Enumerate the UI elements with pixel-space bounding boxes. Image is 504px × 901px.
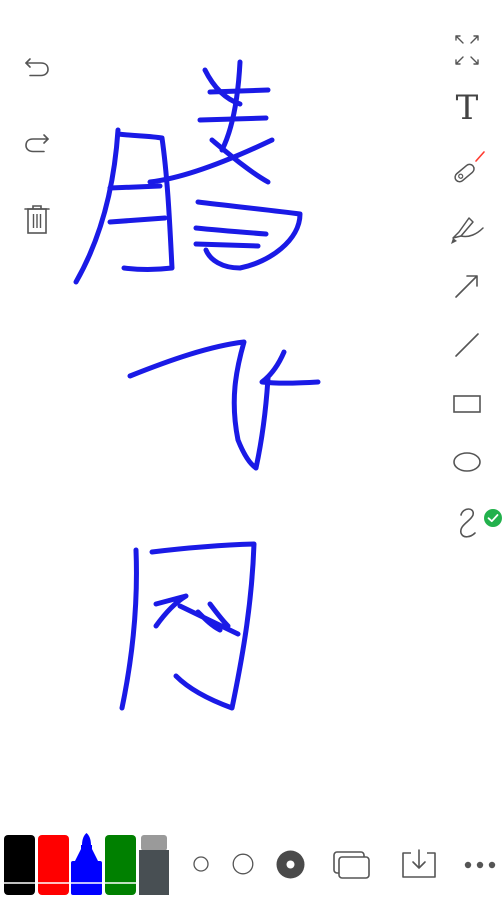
drawing-canvas[interactable] <box>0 0 504 820</box>
text-icon: T <box>455 88 479 128</box>
freehand-tool-button[interactable] <box>447 501 487 541</box>
bottom-toolbar <box>0 825 504 897</box>
stroke-size-large[interactable] <box>276 850 305 879</box>
fullscreen-button[interactable] <box>447 30 487 70</box>
pen-color-green[interactable] <box>104 833 137 897</box>
ink-stroke <box>107 183 163 191</box>
ink-stroke <box>177 601 241 637</box>
undo-arrow-icon <box>25 58 49 77</box>
ink-stroke <box>219 59 243 153</box>
stroke-size-small[interactable] <box>193 856 209 872</box>
circle-outline-icon <box>193 856 209 872</box>
blue-marker-icon <box>71 833 102 895</box>
black-marker-icon <box>4 835 35 895</box>
line-tool-button[interactable] <box>447 325 487 365</box>
clear-button[interactable] <box>17 199 57 239</box>
laser-pointer-button[interactable] <box>447 148 487 188</box>
ink-stroke <box>207 87 271 95</box>
undo-button[interactable] <box>17 46 57 86</box>
ink-stroke <box>197 115 269 123</box>
pen-color-red[interactable] <box>37 833 70 897</box>
line-icon <box>455 333 479 357</box>
ink-stroke <box>127 339 271 471</box>
freehand-icon <box>460 508 476 538</box>
eraser-button[interactable] <box>138 833 171 897</box>
more-icon <box>464 861 496 869</box>
arrow-tool-button[interactable] <box>447 266 487 306</box>
selected-check-icon <box>484 509 502 527</box>
rectangle-tool-button[interactable] <box>447 384 487 424</box>
ellipse-icon <box>453 452 481 472</box>
laser-pointer-icon <box>454 151 485 183</box>
ink-stroke <box>193 225 269 237</box>
more-button[interactable] <box>460 845 500 885</box>
text-tool-button[interactable]: T <box>447 88 487 128</box>
ink-stroke <box>73 127 121 285</box>
ink-stroke <box>153 593 189 629</box>
highlighter-button[interactable] <box>447 208 487 248</box>
highlighter-icon <box>451 217 484 244</box>
redo-button[interactable] <box>17 122 57 162</box>
expand-icon <box>455 35 479 65</box>
ink-stroke <box>149 541 257 711</box>
red-marker-icon <box>38 835 69 895</box>
pages-icon <box>333 851 370 879</box>
ink-strokes <box>73 59 321 711</box>
stroke-size-medium[interactable] <box>232 853 254 875</box>
download-icon <box>402 849 436 878</box>
ink-stroke <box>193 241 261 249</box>
save-button[interactable] <box>399 844 439 884</box>
ellipse-tool-button[interactable] <box>447 442 487 482</box>
arrow-icon <box>455 275 478 298</box>
circle-outline-icon <box>232 853 254 875</box>
ink-stroke <box>107 215 168 225</box>
green-marker-icon <box>105 835 136 895</box>
trash-icon <box>24 205 50 234</box>
ink-stroke <box>119 547 139 711</box>
pages-button[interactable] <box>331 845 371 885</box>
rectangle-icon <box>453 395 481 413</box>
redo-arrow-icon <box>25 134 49 153</box>
pen-color-black[interactable] <box>3 833 36 897</box>
eraser-icon <box>139 835 169 895</box>
pen-color-blue[interactable] <box>70 833 103 897</box>
selected-dot-icon <box>276 850 305 879</box>
ink-stroke <box>115 131 175 272</box>
